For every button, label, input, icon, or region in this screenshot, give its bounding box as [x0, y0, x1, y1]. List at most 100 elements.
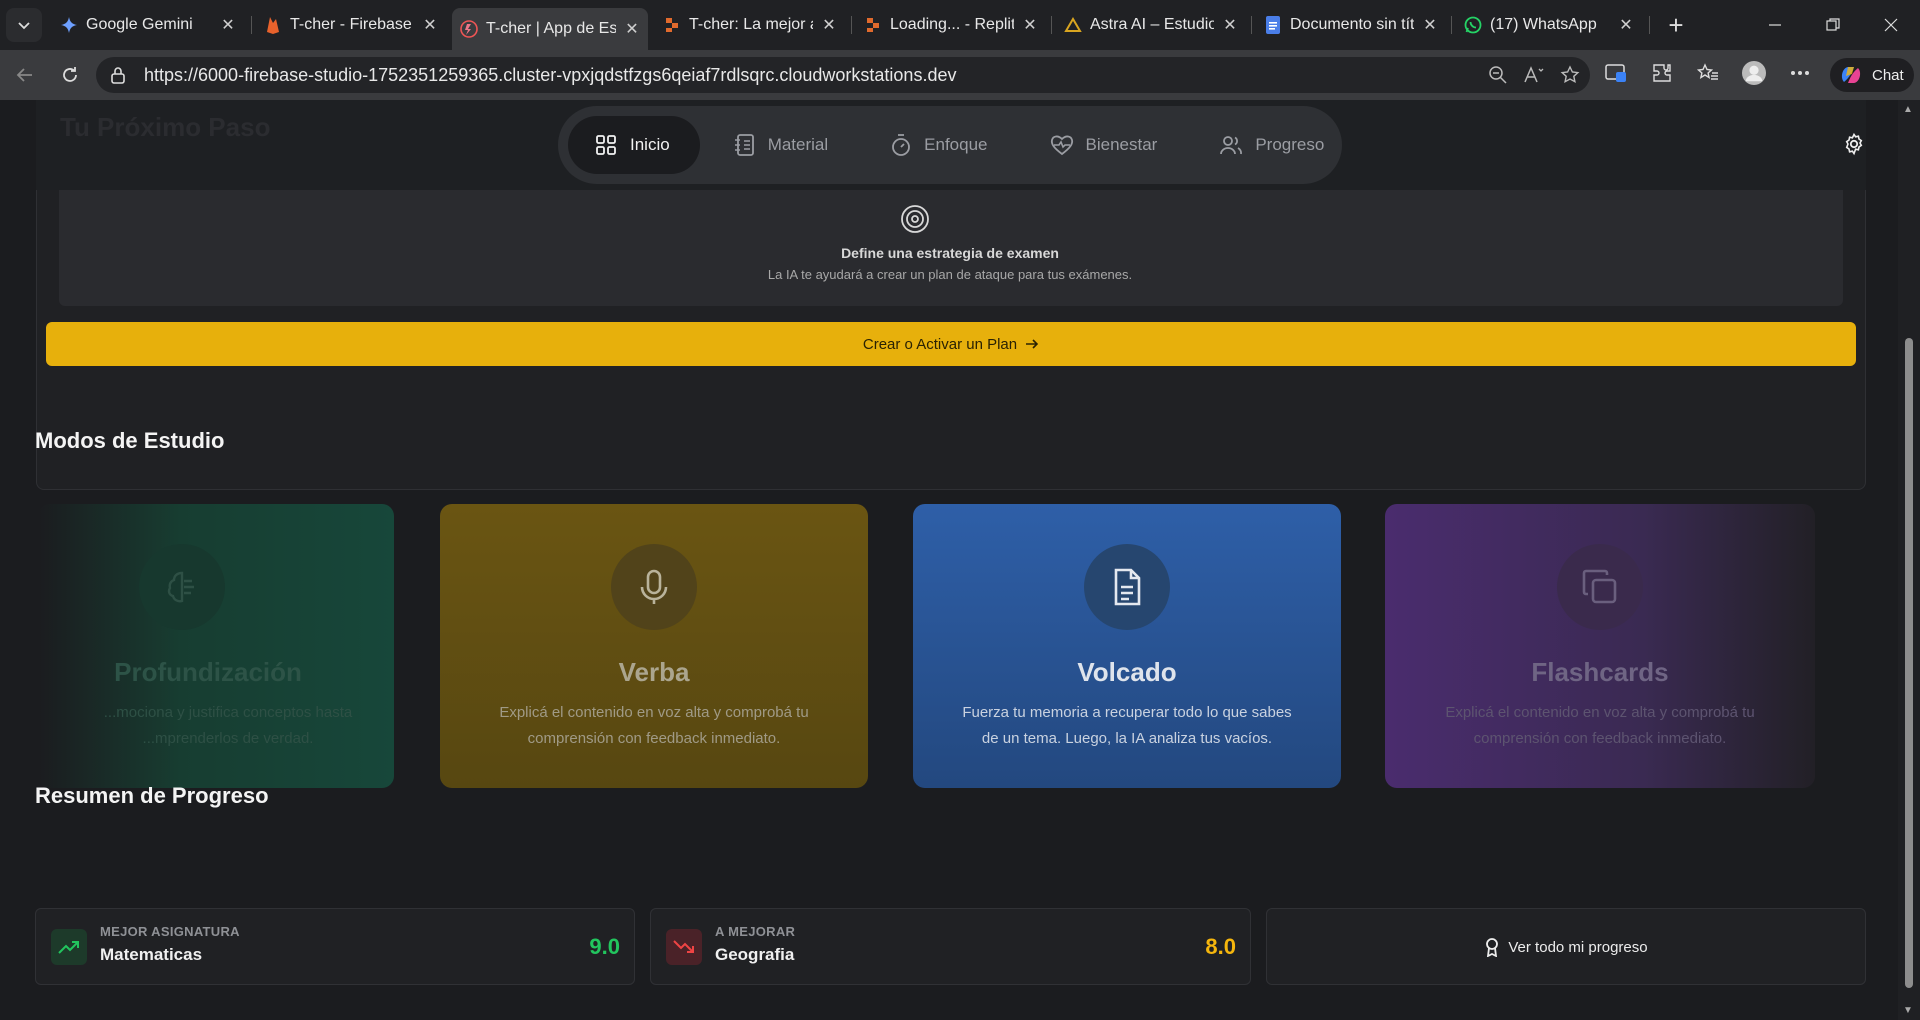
lock-icon[interactable] — [108, 65, 128, 85]
tab-astra-ai[interactable]: Astra AI – Estudio y ✕ — [1056, 8, 1246, 42]
trending-up-icon — [51, 929, 87, 965]
scroll-down-icon[interactable]: ▼ — [1903, 1005, 1913, 1016]
nav-label: Progreso — [1255, 135, 1325, 154]
timer-icon — [892, 134, 911, 156]
mode-card-profundizacion[interactable]: Profundización ...mociona y justifica co… — [38, 504, 394, 788]
nav-enfoque[interactable]: Enfoque — [862, 116, 1015, 174]
close-tab-icon[interactable]: ✕ — [624, 19, 640, 39]
page-scrollbar[interactable]: ▲ ▼ — [1898, 100, 1920, 1020]
scrollbar-thumb[interactable] — [1905, 338, 1913, 988]
mode-card-flashcards[interactable]: Flashcards Explicá el contenido en voz a… — [1385, 504, 1815, 788]
astra-icon — [1064, 16, 1082, 34]
profile-avatar-icon[interactable] — [1742, 61, 1766, 85]
brain-icon — [167, 571, 194, 603]
minimize-button[interactable] — [1760, 10, 1790, 40]
toolbar — [1604, 61, 1812, 85]
replit-icon — [864, 16, 882, 34]
heart-pulse-icon — [1050, 135, 1073, 156]
best-subject-name: Matematicas — [100, 945, 203, 964]
award-icon — [1486, 938, 1499, 957]
close-tab-icon[interactable]: ✕ — [422, 15, 438, 35]
tab-google-gemini[interactable]: Google Gemini ✕ — [52, 8, 244, 42]
restore-button[interactable] — [1818, 10, 1848, 40]
tab-title: Astra AI – Estudio y — [1090, 16, 1214, 33]
close-tab-icon[interactable]: ✕ — [1618, 15, 1634, 35]
nav-inicio[interactable]: Inicio — [568, 116, 700, 174]
minimize-icon — [1769, 24, 1781, 26]
mode-description: Fuerza tu memoria a recuperar todo lo qu… — [962, 704, 1292, 747]
split-screen-icon[interactable] — [1604, 61, 1628, 85]
ghost-section-title: Tu Próximo Paso — [60, 112, 271, 142]
favorites-list-icon[interactable] — [1696, 61, 1720, 85]
view-all-progress-label: Ver todo mi progreso — [1508, 938, 1648, 956]
nav-material[interactable]: Material — [706, 116, 856, 174]
app-page: Tu Próximo Paso Inicio Material Enfoque … — [0, 100, 1898, 1020]
mode-title: Flashcards — [1531, 657, 1669, 687]
new-tab-button[interactable]: + — [1662, 9, 1690, 41]
settings-gear-icon[interactable] — [1842, 132, 1866, 156]
tcher-icon — [460, 20, 478, 38]
tab-actions-button[interactable] — [6, 8, 42, 42]
tab-loading-replit[interactable]: Loading... - Replit ✕ — [856, 8, 1046, 42]
extensions-icon[interactable] — [1650, 61, 1674, 85]
tab-tcher-app[interactable]: T-cher | App de Estu ✕ — [452, 8, 648, 50]
mode-description: Explicá el contenido en voz alta y compr… — [1445, 704, 1755, 747]
back-button[interactable] — [11, 61, 39, 89]
firebase-icon — [264, 16, 282, 34]
read-aloud-icon[interactable] — [1522, 63, 1546, 87]
close-window-button[interactable] — [1876, 10, 1906, 40]
best-subject-score: 9.0 — [589, 934, 620, 959]
favorite-star-icon[interactable] — [1558, 63, 1582, 87]
mode-icon-circle — [139, 544, 225, 630]
tab-google-docs[interactable]: Documento sin títul ✕ — [1256, 8, 1446, 42]
copy-icon — [1582, 569, 1617, 604]
close-tab-icon[interactable]: ✕ — [821, 15, 837, 35]
target-icon — [901, 205, 929, 233]
nav-bienestar[interactable]: Bienestar — [1022, 116, 1186, 174]
tab-title: Google Gemini — [86, 16, 193, 33]
view-all-progress-button[interactable]: Ver todo mi progreso — [1266, 908, 1866, 985]
plus-icon: + — [1668, 9, 1684, 40]
study-modes-title: Modos de Estudio — [35, 428, 225, 453]
close-tab-icon[interactable]: ✕ — [220, 15, 236, 35]
close-icon — [1884, 18, 1898, 32]
notebook-icon — [734, 134, 754, 156]
tab-tcher-replit[interactable]: T-cher: La mejor ap ✕ — [655, 8, 845, 42]
reload-button[interactable] — [56, 61, 84, 89]
copilot-chat-button[interactable]: Chat — [1830, 58, 1914, 92]
trending-down-icon — [666, 929, 702, 965]
tab-title: T-cher - Firebase St — [290, 16, 414, 33]
close-tab-icon[interactable]: ✕ — [1022, 15, 1038, 35]
mode-card-verba[interactable]: Verba Explicá el contenido en voz alta y… — [440, 504, 868, 788]
scroll-up-icon[interactable]: ▲ — [1903, 104, 1913, 115]
mode-card-volcado[interactable]: Volcado Fuerza tu memoria a recuperar to… — [913, 504, 1341, 788]
improve-subject-label: A MEJORAR — [715, 924, 796, 939]
mode-title: Volcado — [1077, 657, 1177, 687]
nav-label: Enfoque — [924, 135, 988, 154]
reload-icon — [63, 67, 77, 82]
tab-title: Loading... - Replit — [890, 16, 1014, 33]
zoom-out-icon[interactable] — [1486, 63, 1510, 87]
microphone-icon — [640, 569, 668, 604]
mode-description: Explicá el contenido en voz alta y compr… — [499, 704, 809, 747]
docs-icon — [1264, 16, 1282, 34]
plan-subtitle: La IA te ayudará a crear un plan de ataq… — [767, 267, 1133, 282]
users-icon — [1220, 136, 1243, 155]
nav-label: Bienestar — [1085, 135, 1158, 154]
main-nav: Inicio Material Enfoque Bienestar Progre… — [558, 106, 1342, 184]
tab-title: (17) WhatsApp — [1490, 16, 1597, 33]
best-subject-card: MEJOR ASIGNATURA Matematicas 9.0 — [35, 908, 635, 985]
close-tab-icon[interactable]: ✕ — [1422, 15, 1438, 35]
plan-title: Define una estrategia de examen — [841, 245, 1059, 261]
restore-icon — [1826, 18, 1840, 31]
best-subject-label: MEJOR ASIGNATURA — [100, 924, 240, 939]
nav-progreso[interactable]: Progreso — [1191, 116, 1352, 174]
copilot-icon — [1841, 67, 1861, 83]
url-field[interactable]: https://6000-firebase-studio-17523512593… — [96, 57, 1590, 93]
close-tab-icon[interactable]: ✕ — [1222, 15, 1238, 35]
more-menu-icon[interactable] — [1788, 61, 1812, 85]
tab-firebase-studio[interactable]: T-cher - Firebase St ✕ — [256, 8, 446, 42]
create-plan-button[interactable]: Crear o Activar un Plan — [46, 322, 1856, 366]
mode-icon-circle — [611, 544, 697, 630]
tab-whatsapp[interactable]: (17) WhatsApp ✕ — [1456, 8, 1642, 42]
